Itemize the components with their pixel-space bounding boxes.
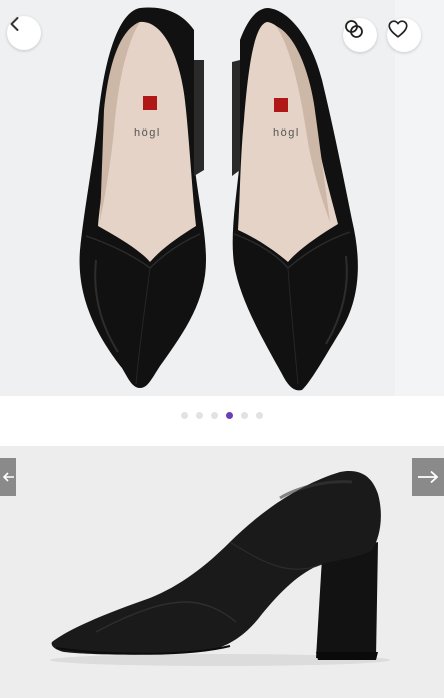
back-button[interactable] (7, 16, 41, 50)
carousel-dots (0, 412, 444, 419)
carousel-dot[interactable] (256, 412, 263, 419)
carousel-indicator-bar (0, 396, 444, 446)
pumps-top-view-illustration: högl högl (79, 0, 444, 396)
right-shoe: högl (232, 8, 358, 391)
brand-label-right: högl (273, 127, 300, 139)
carousel-dot-active[interactable] (226, 412, 233, 419)
product-image-secondary[interactable] (0, 446, 444, 698)
carousel-dot[interactable] (211, 412, 218, 419)
heart-icon (388, 20, 408, 38)
carousel-dot[interactable] (196, 412, 203, 419)
previous-image-button[interactable] (0, 458, 16, 496)
chevron-left-icon (10, 17, 19, 31)
compare-button[interactable] (343, 18, 377, 52)
favorite-button[interactable] (387, 18, 421, 52)
product-image-main[interactable]: högl högl (0, 0, 444, 396)
left-shoe: högl (79, 7, 206, 388)
arrow-left-icon (2, 472, 14, 482)
carousel-dot[interactable] (241, 412, 248, 419)
brand-label-left: högl (134, 127, 161, 139)
compare-icon (345, 20, 363, 38)
carousel-dot[interactable] (181, 412, 188, 419)
suede-pump-side-illustration (50, 470, 390, 666)
next-image-button[interactable] (412, 458, 444, 496)
arrow-right-icon (418, 470, 439, 484)
